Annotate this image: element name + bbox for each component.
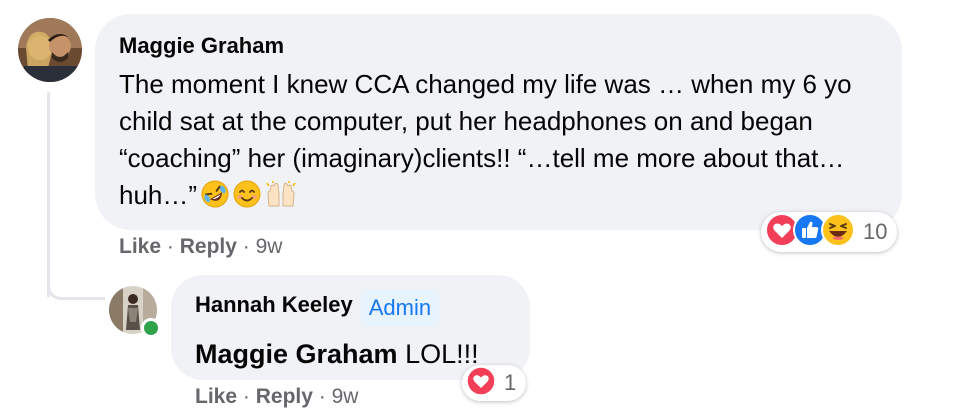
separator: ·	[318, 385, 326, 408]
reply-button[interactable]: Reply	[180, 235, 237, 258]
reaction-count: 1	[504, 370, 517, 395]
timestamp[interactable]: 9w	[256, 235, 283, 258]
admin-badge: Admin	[360, 290, 440, 326]
comment-text: The moment I knew CCA changed my life wa…	[119, 66, 879, 218]
haha-reaction-icon	[821, 212, 855, 252]
comment-bubble: Maggie Graham The moment I knew CCA chan…	[95, 14, 902, 230]
comment-actions: Like · Reply · 9w	[119, 235, 282, 259]
reply-author[interactable]: Hannah Keeley	[195, 291, 353, 319]
love-reaction-icon	[466, 365, 496, 401]
separator: ·	[166, 235, 174, 258]
reaction-summary[interactable]: 10	[761, 212, 898, 252]
like-button[interactable]: Like	[119, 235, 161, 258]
comment-author[interactable]: Maggie Graham	[119, 32, 284, 60]
raising-hands-icon	[265, 180, 297, 218]
thread-connector	[47, 276, 105, 300]
smiling-face-icon	[233, 180, 261, 218]
online-status-indicator	[141, 318, 161, 338]
reply-button[interactable]: Reply	[256, 385, 313, 408]
separator: ·	[242, 235, 250, 258]
separator: ·	[242, 385, 250, 408]
avatar[interactable]	[18, 18, 82, 82]
thread-line	[47, 92, 50, 297]
reaction-count: 10	[863, 219, 888, 244]
like-button[interactable]: Like	[195, 385, 237, 408]
timestamp[interactable]: 9w	[332, 385, 359, 408]
rolling-on-floor-laughing-icon	[201, 180, 229, 218]
reply-actions: Like · Reply · 9w	[195, 385, 358, 409]
reaction-summary[interactable]: 1	[462, 365, 527, 401]
mention-link[interactable]: Maggie Graham	[195, 339, 398, 369]
reply-text: Maggie Graham LOL!!!	[195, 339, 479, 369]
